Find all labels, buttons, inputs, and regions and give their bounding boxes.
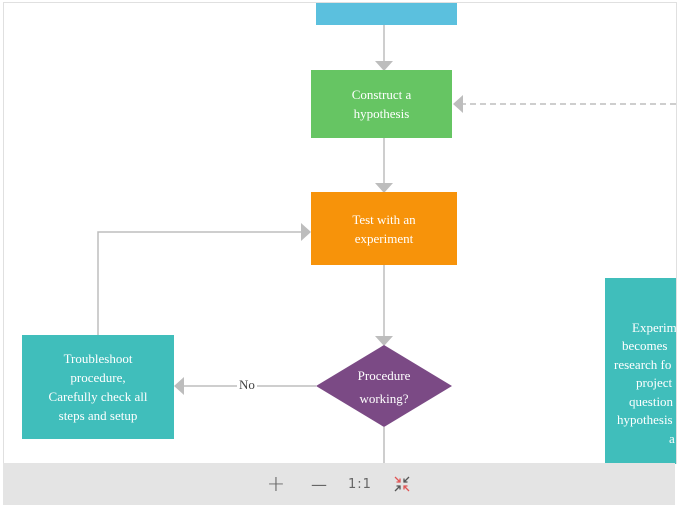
fit-to-screen-button[interactable] — [392, 473, 412, 495]
experiment-node[interactable]: Test with an experiment — [311, 192, 457, 265]
arrowhead — [301, 223, 311, 241]
node-text: hypothesis — [617, 412, 673, 427]
right-node[interactable]: Experim becomes research fo project ques… — [605, 278, 677, 464]
diagram-canvas[interactable]: Construct a hypothesis Test with an experi… — [3, 2, 677, 464]
zoom-in-button[interactable]: + — [265, 472, 287, 497]
node-text: procedure, — [70, 370, 126, 385]
edge-troubleshoot-to-experiment — [97, 231, 301, 335]
actual-size-button[interactable]: 1:1 — [346, 473, 374, 495]
node-text: hypothesis — [353, 106, 410, 121]
node-text: a — [669, 431, 675, 446]
collapse-arrows-icon — [394, 476, 410, 492]
node-text: Carefully check all — [48, 389, 148, 404]
zoom-toolbar: + — 1:1 — [3, 463, 675, 505]
node-text: becomes — [622, 338, 668, 353]
top-node[interactable] — [316, 3, 457, 25]
troubleshoot-node[interactable]: Troubleshoot procedure, Carefully check … — [22, 335, 174, 439]
node-text: Experim — [632, 320, 677, 335]
node-text: experiment — [354, 230, 414, 246]
zoom-out-button[interactable]: — — [308, 473, 330, 495]
node-text: Test with an — [352, 211, 416, 227]
edge-label-no: No — [237, 377, 257, 393]
node-text: working? — [359, 391, 409, 406]
node-text: Construct a — [351, 87, 412, 102]
node-text: question — [629, 394, 674, 409]
node-text: steps and setup — [58, 408, 138, 423]
node-text: research fo — [614, 357, 672, 372]
node-text: Troubleshoot — [63, 351, 133, 366]
decision-label: Procedure working? — [316, 365, 452, 409]
arrowhead — [174, 377, 184, 395]
arrowhead — [375, 336, 393, 346]
hypothesis-node[interactable]: Construct a hypothesis — [311, 70, 452, 138]
node-text: Procedure — [357, 368, 411, 383]
arrowhead — [453, 95, 463, 113]
node-text: project — [636, 375, 673, 390]
